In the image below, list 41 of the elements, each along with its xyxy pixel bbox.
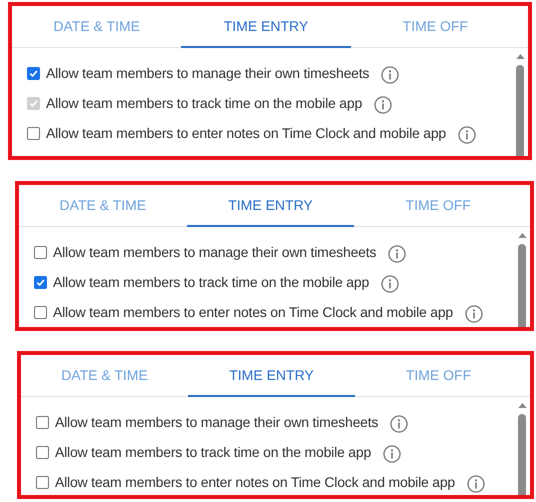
tab[interactable]: DATE & TIME (19, 185, 187, 227)
scroll-up-icon[interactable] (516, 54, 524, 59)
checkbox[interactable] (36, 446, 49, 459)
option-label: Allow team members to manage their own timesheets (53, 243, 376, 262)
tab[interactable]: TIME OFF (350, 6, 520, 48)
option-label: Allow team members to manage their own timesheets (46, 64, 370, 83)
scrollbar-thumb[interactable] (518, 414, 526, 495)
tab[interactable]: DATE & TIME (12, 6, 182, 48)
info-icon[interactable] (458, 126, 476, 144)
info-icon[interactable] (383, 445, 402, 463)
checkbox[interactable] (34, 306, 47, 319)
option-label: Allow team members to track time on the mobile app (55, 443, 372, 462)
info-icon[interactable] (381, 275, 400, 293)
option-label: Allow team members to enter notes on Time Clock and mobile app (53, 303, 454, 322)
tab[interactable]: TIME OFF (355, 355, 522, 397)
tab[interactable]: TIME ENTRY (188, 355, 355, 397)
option-label: Allow team members to enter notes on Time Clock and mobile app (46, 124, 446, 143)
tab[interactable]: TIME ENTRY (186, 185, 354, 227)
checkbox[interactable] (36, 476, 49, 489)
option-label: Allow team members to enter notes on Time Clock and mobile app (55, 473, 456, 492)
checkbox[interactable] (34, 276, 47, 289)
scrollbar-thumb[interactable] (518, 244, 526, 327)
info-icon[interactable] (467, 475, 486, 493)
info-icon[interactable] (381, 66, 400, 84)
tab[interactable]: DATE & TIME (21, 355, 188, 397)
tab[interactable]: TIME ENTRY (181, 6, 351, 48)
info-icon[interactable] (465, 305, 484, 323)
checkbox[interactable] (27, 127, 40, 140)
option-label: Allow team members to track time on the mobile app (46, 94, 362, 113)
info-icon[interactable] (388, 245, 406, 263)
info-icon[interactable] (390, 415, 408, 433)
option-label: Allow team members to manage their own timesheets (55, 413, 378, 432)
scroll-up-icon[interactable] (518, 403, 526, 408)
checkbox[interactable] (36, 416, 49, 429)
scrollbar-thumb[interactable] (516, 65, 524, 156)
scroll-up-icon[interactable] (518, 233, 526, 238)
checkbox[interactable] (27, 67, 40, 80)
option-label: Allow team members to track time on the mobile app (53, 273, 370, 292)
info-icon[interactable] (374, 96, 392, 114)
tab[interactable]: TIME OFF (354, 185, 522, 227)
checkbox[interactable] (34, 246, 47, 259)
